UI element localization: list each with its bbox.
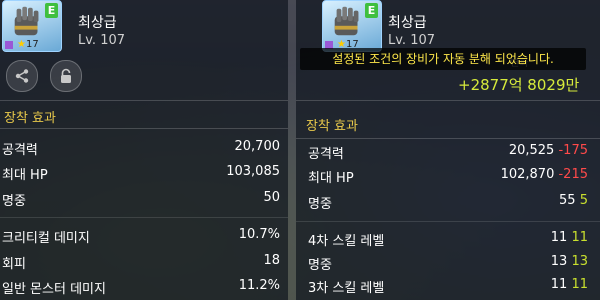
stat-row: 4차 스킬 레벨 11 11 <box>308 230 588 252</box>
stat-row: 크리티컬 데미지 10.7% <box>2 227 280 249</box>
stat-row: 최대 HP 102,870 -215 <box>308 167 588 189</box>
stat-row: 일반 몬스터 데미지 11.2% <box>2 278 280 300</box>
stat-value: 11.2% <box>238 278 280 293</box>
stat-row: 명중 55 5 <box>308 193 588 215</box>
combat-power-gain: +2877억 8029만 <box>458 76 580 94</box>
stat-row: 명중 13 13 <box>308 254 588 276</box>
item-level: Lv. 107 <box>388 33 436 48</box>
stat-label: 최대 HP <box>308 171 354 186</box>
stat-label: 회피 <box>2 257 26 272</box>
stat-diff: -215 <box>558 167 588 182</box>
share-button[interactable] <box>6 60 38 92</box>
stat-value: 20,525 -175 <box>509 143 588 158</box>
stat-value: 11 11 <box>551 230 588 245</box>
lock-icon <box>61 68 71 83</box>
stat-label: 공격력 <box>308 147 344 162</box>
stat-value-number: 20,525 <box>508 143 555 158</box>
lock-button[interactable] <box>50 60 82 92</box>
stat-value: 18 <box>263 253 280 268</box>
stat-value-number: 102,870 <box>500 167 555 182</box>
row-separator <box>296 221 600 222</box>
slot-mark <box>5 41 13 49</box>
section-divider <box>296 138 600 139</box>
grade-badge: E <box>365 3 378 18</box>
stat-label: 4차 스킬 레벨 <box>308 234 385 249</box>
stat-value-number: 55 <box>559 193 576 208</box>
item-icon-frame[interactable]: E ★17 <box>322 0 382 52</box>
section-divider <box>0 100 288 101</box>
stat-value-number: 11 <box>550 230 568 245</box>
stat-row: 최대 HP 103,085 <box>2 164 280 186</box>
star-count: ★17 <box>17 39 39 50</box>
item-icon-frame[interactable]: E ★17 <box>2 0 62 52</box>
stat-value-number: 13 <box>550 254 568 269</box>
stat-label: 최대 HP <box>2 168 48 183</box>
stat-row: 3차 스킬 레벨 11 11 <box>308 277 588 299</box>
stat-value-number: 11 <box>550 277 568 292</box>
stat-label: 공격력 <box>2 143 38 158</box>
item-grade: 최상급 <box>388 15 427 31</box>
stat-value: 102,870 -215 <box>501 167 588 182</box>
auto-disassemble-notice: 설정된 조건의 장비가 자동 분해 되었습니다. <box>300 48 586 70</box>
stat-label: 크리티컬 데미지 <box>2 231 90 246</box>
stat-row: 명중 50 <box>2 190 280 212</box>
share-icon <box>15 69 29 83</box>
section-divider <box>0 128 288 129</box>
item-grade: 최상급 <box>78 15 117 31</box>
stat-value: 11 11 <box>551 277 588 292</box>
stat-label: 3차 스킬 레벨 <box>308 281 385 296</box>
stat-value: 55 5 <box>559 193 588 208</box>
stat-row: 공격력 20,700 <box>2 139 280 161</box>
panel-gap <box>288 0 296 300</box>
equip-effect-title: 장착 효과 <box>306 119 358 134</box>
stat-value: 103,085 <box>226 164 280 179</box>
stat-diff: 11 <box>571 230 588 245</box>
stat-diff: 13 <box>571 254 588 269</box>
stat-diff: 5 <box>579 193 588 208</box>
item-level: Lv. 107 <box>78 33 126 48</box>
equip-effect-title: 장착 효과 <box>4 111 56 126</box>
grade-badge: E <box>45 3 58 18</box>
stat-label: 명중 <box>2 194 26 209</box>
stat-value: 20,700 <box>234 139 281 154</box>
stat-value: 13 13 <box>551 254 588 269</box>
section-divider <box>296 100 600 101</box>
stat-label: 일반 몬스터 데미지 <box>2 282 106 297</box>
stat-row: 공격력 20,525 -175 <box>308 143 588 165</box>
equipped-item-panel: E ★17 최상급 Lv. 107 장착 효과 공격력 20,700 최대 HP… <box>0 0 288 300</box>
stat-value: 10.7% <box>238 227 280 242</box>
glove-icon <box>334 6 359 36</box>
stat-row: 회피 18 <box>2 253 280 275</box>
stat-diff: 11 <box>571 277 588 292</box>
stat-diff: -175 <box>558 143 588 158</box>
new-item-panel: E ★17 최상급 Lv. 107 장착 효과 공격력 20,525 -175 … <box>296 0 600 300</box>
glove-icon <box>14 6 39 36</box>
stat-label: 명중 <box>308 197 332 212</box>
stat-value: 50 <box>263 190 280 205</box>
stat-label: 명중 <box>308 258 332 273</box>
row-separator <box>0 217 288 218</box>
star-count-value: 17 <box>25 39 39 50</box>
